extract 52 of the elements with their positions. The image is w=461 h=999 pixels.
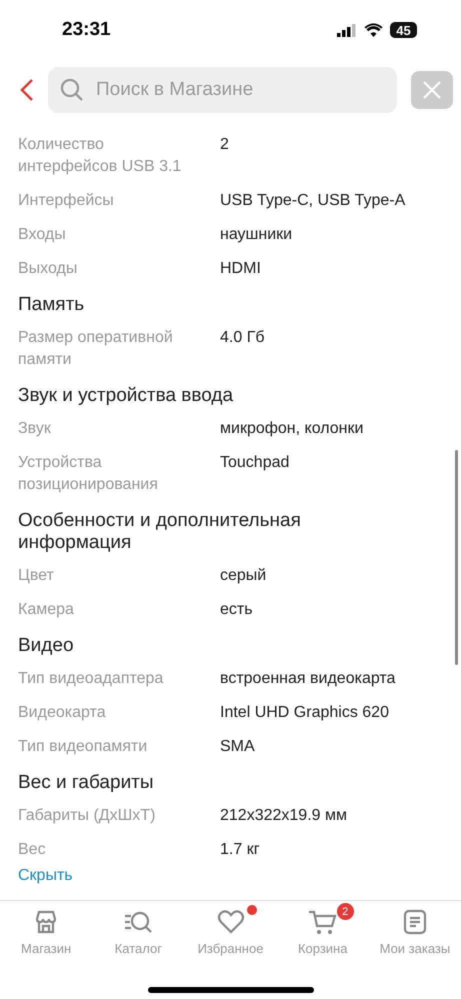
spec-label: Камера <box>18 600 75 620</box>
search-icon <box>60 78 84 102</box>
spec-label: Интерфейсы <box>18 191 115 211</box>
cart-icon <box>308 909 338 935</box>
spec-value: Touchpad <box>220 453 290 473</box>
spec-value: есть <box>220 600 253 620</box>
spec-value: 212x322x19.9 мм <box>220 806 347 826</box>
spec-label: Размер оперативной памяти <box>18 328 174 370</box>
signal-icon <box>337 24 357 36</box>
spec-label: Устройства позиционирования <box>18 453 159 495</box>
spec-value: серый <box>220 566 266 586</box>
section-heading: Память <box>18 293 86 317</box>
heart-icon <box>216 909 244 935</box>
spec-label: Тип видеоадаптера <box>18 669 164 689</box>
catalog-search-icon <box>123 909 154 935</box>
wifi-icon <box>364 23 383 37</box>
battery-level: 45 <box>390 22 417 38</box>
spec-value: 4.0 Гб <box>220 328 265 348</box>
time: 23:31 <box>62 19 111 41</box>
spec-value: наушники <box>220 225 292 245</box>
section-heading: Видео <box>18 634 75 658</box>
spec-value: HDMI <box>220 259 261 279</box>
section-heading: Вес и габариты <box>18 771 155 795</box>
section-heading: Особенности и дополнительная информация <box>18 509 302 555</box>
spec-value: микрофон, колонки <box>220 419 364 439</box>
section-heading: Звук и устройства ввода <box>18 384 234 408</box>
spec-label: Количество интерфейсов USB 3.1 <box>18 135 182 177</box>
tab-item[interactable]: Магазин <box>0 901 92 961</box>
spec-value: Intel UHD Graphics 620 <box>220 703 389 723</box>
count-badge: 2 <box>336 903 354 920</box>
close-icon <box>423 81 441 99</box>
search-field[interactable]: Поиск в Магазине <box>48 67 397 113</box>
spec-label: Входы <box>18 225 67 245</box>
hide-link[interactable]: Скрыть <box>18 865 73 887</box>
spec-label: Тип видеопамяти <box>18 737 148 757</box>
tab-item[interactable]: Каталог <box>92 901 184 961</box>
tab-item[interactable]: 2 Корзина <box>276 901 369 961</box>
tab-item[interactable]: Избранное <box>184 901 277 961</box>
back-button[interactable] <box>20 78 34 102</box>
spec-label: Звук <box>18 419 52 439</box>
spec-label: Цвет <box>18 566 55 586</box>
spec-value: USB Type-C, USB Type-A <box>220 191 406 211</box>
tab-item[interactable]: Мои заказы <box>368 901 461 961</box>
document-icon <box>402 909 428 935</box>
spec-label: Вес <box>18 840 47 860</box>
spec-label: Видеокарта <box>18 703 107 723</box>
spec-value: встроенная видеокарта <box>220 669 396 689</box>
spec-value: 1.7 кг <box>220 840 260 860</box>
spec-value: 2 <box>220 135 229 155</box>
spec-label: Габариты (ДxШxТ) <box>18 806 156 826</box>
spec-label: Выходы <box>18 259 78 279</box>
spec-value: SMA <box>220 737 255 757</box>
